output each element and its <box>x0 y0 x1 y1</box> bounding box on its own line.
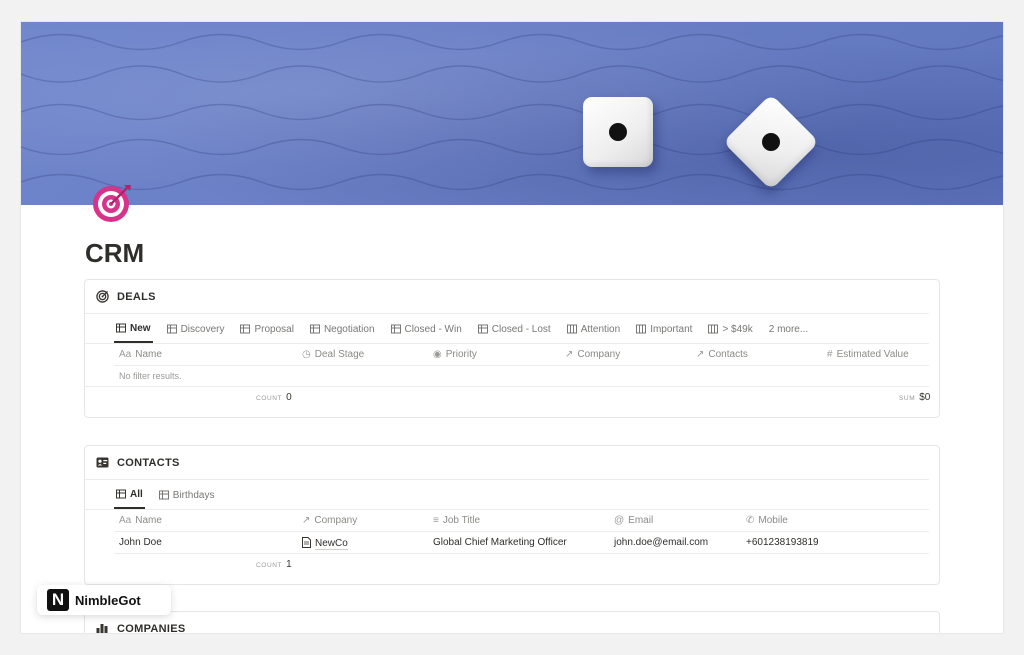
text-type-icon: Aa <box>119 349 132 360</box>
deals-database: DEALS New Discovery Proposal Negotiation… <box>84 279 940 418</box>
column-contacts[interactable]: ↗ Contacts <box>696 349 748 360</box>
companies-title: COMPANIES <box>117 622 186 634</box>
cover-texture <box>21 33 1003 191</box>
relation-arrow-icon: ↗ <box>565 349 574 360</box>
board-icon <box>708 324 719 334</box>
table-icon <box>116 323 126 333</box>
page-icon <box>302 537 311 551</box>
contact-email[interactable]: john.doe@email.com <box>614 537 708 548</box>
column-estimated-value[interactable]: # Estimated Value <box>827 349 909 360</box>
contacts-header[interactable]: CONTACTS <box>85 446 929 480</box>
table-icon <box>166 324 177 334</box>
status-icon: ◷ <box>302 349 311 360</box>
board-icon <box>566 324 577 334</box>
column-email[interactable]: @ Email <box>614 515 653 526</box>
number-icon: # <box>827 349 833 360</box>
notion-page: CRM DEALS New Discovery Proposal Negotia… <box>21 22 1003 633</box>
target-icon[interactable] <box>91 182 133 224</box>
board-icon <box>636 324 647 334</box>
select-icon: ◉ <box>433 349 442 360</box>
text-type-icon: Aa <box>119 515 132 526</box>
contact-mobile[interactable]: +601238193819 <box>746 537 819 548</box>
more-views-button[interactable]: 2 more... <box>767 315 810 343</box>
column-priority[interactable]: ◉ Priority <box>433 349 477 360</box>
contact-name[interactable]: John Doe <box>119 537 162 548</box>
contacts-footer: COUNT 1 <box>85 554 939 576</box>
relation-arrow-icon: ↗ <box>302 515 311 526</box>
companies-database: COMPANIES <box>84 611 940 633</box>
sum-calculation[interactable]: SUM $0 <box>899 392 930 403</box>
phone-icon: ✆ <box>746 515 755 526</box>
tab-important[interactable]: Important <box>634 315 694 343</box>
deals-header[interactable]: DEALS <box>85 280 929 314</box>
nimblegot-logo: N <box>47 589 69 611</box>
contact-job-title[interactable]: Global Chief Marketing Officer <box>433 537 567 548</box>
contacts-database: CONTACTS All Birthdays Aa Name ↗ Company ≡… <box>84 445 940 585</box>
page-title: CRM <box>85 238 145 268</box>
tab-all[interactable]: All <box>114 481 145 509</box>
die-image <box>583 97 653 167</box>
count-calculation[interactable]: COUNT 1 <box>256 559 292 570</box>
column-name[interactable]: Aa Name <box>119 349 162 360</box>
count-calculation[interactable]: COUNT 0 <box>256 392 292 403</box>
tab-new[interactable]: New <box>114 315 153 343</box>
companies-header[interactable]: COMPANIES <box>85 612 929 633</box>
column-company[interactable]: ↗ Company <box>565 349 620 360</box>
column-mobile[interactable]: ✆ Mobile <box>746 515 788 526</box>
table-icon <box>390 324 401 334</box>
tab-closed-win[interactable]: Closed - Win <box>389 315 464 343</box>
nimblegot-badge[interactable]: N NimbleGot <box>37 585 171 615</box>
deals-view-tabs: New Discovery Proposal Negotiation Close… <box>85 314 929 344</box>
tab-over-49k[interactable]: > $49k <box>706 315 754 343</box>
tab-closed-lost[interactable]: Closed - Lost <box>476 315 553 343</box>
relation-arrow-icon: ↗ <box>696 349 705 360</box>
tab-proposal[interactable]: Proposal <box>238 315 295 343</box>
table-icon <box>309 324 320 334</box>
empty-state-text: No filter results. <box>85 366 929 387</box>
table-icon <box>477 324 488 334</box>
column-name[interactable]: Aa Name <box>119 515 162 526</box>
nimblegot-name: NimbleGot <box>75 592 141 608</box>
table-icon <box>240 324 251 334</box>
bar-chart-icon <box>95 622 109 633</box>
deals-title: DEALS <box>117 290 156 303</box>
deals-footer: COUNT 0 SUM $0 <box>85 387 939 409</box>
contact-company[interactable]: NewCo <box>302 537 348 551</box>
contacts-column-headers: Aa Name ↗ Company ≡ Job Title @ Email ✆ Mobil… <box>114 510 929 532</box>
deals-column-headers: Aa Name ◷ Deal Stage ◉ Priority ↗ Company ↗ C… <box>114 344 929 366</box>
cover-image[interactable] <box>21 22 1003 205</box>
table-row[interactable]: John Doe NewCo Global Chief Marketing Of… <box>114 532 929 554</box>
target-icon <box>95 290 109 304</box>
at-sign-icon: @ <box>614 515 625 526</box>
contacts-view-tabs: All Birthdays <box>85 480 929 510</box>
column-job-title[interactable]: ≡ Job Title <box>433 515 480 526</box>
contacts-title: CONTACTS <box>117 456 180 469</box>
text-lines-icon: ≡ <box>433 515 439 526</box>
table-icon <box>158 490 169 500</box>
column-company[interactable]: ↗ Company <box>302 515 357 526</box>
contact-card-icon <box>95 456 109 470</box>
tab-discovery[interactable]: Discovery <box>165 315 227 343</box>
tab-negotiation[interactable]: Negotiation <box>308 315 377 343</box>
table-icon <box>116 489 126 499</box>
column-deal-stage[interactable]: ◷ Deal Stage <box>302 349 364 360</box>
tab-birthdays[interactable]: Birthdays <box>157 481 217 509</box>
tab-attention[interactable]: Attention <box>565 315 622 343</box>
